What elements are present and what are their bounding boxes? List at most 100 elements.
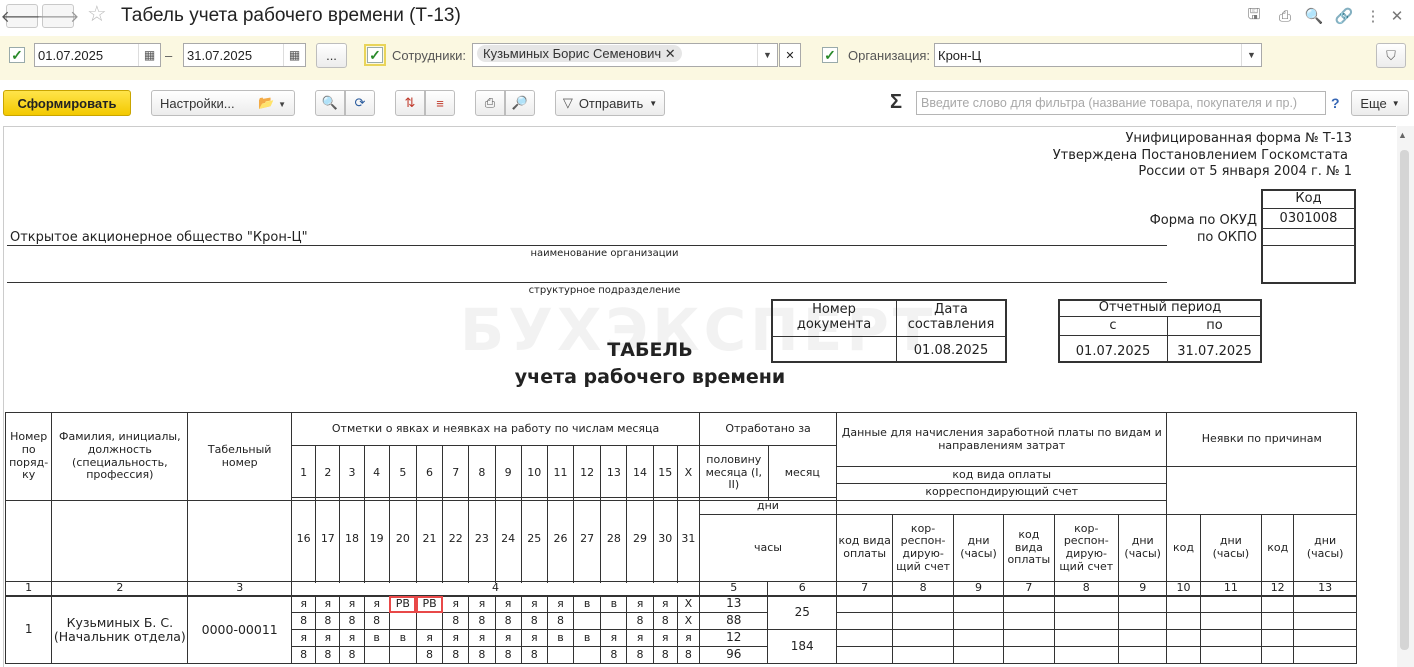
header-worked: Отработано за [699,412,838,446]
header-marks: Отметки о явках и неявках на работу по ч… [291,412,701,446]
absence-cell [1261,646,1295,665]
chevron-down-icon: ▼ [1391,98,1400,108]
find-button[interactable]: 🔍 [315,90,345,116]
header-code: код [1166,514,1201,582]
mark-cell: я [626,629,654,648]
link-icon[interactable]: 🔗 [1333,5,1355,27]
month-days: 25 [767,595,837,631]
print-button[interactable]: ⎙ [475,90,505,116]
hours-cell [363,646,390,665]
chevron-down-icon[interactable]: ▼ [757,44,777,66]
header-corr-account: кор-респон-дирую-щий счет [1053,514,1120,582]
more-button[interactable]: Еще ▼ [1351,90,1409,116]
pay-cell [892,646,954,665]
filter-button[interactable]: ⛉ [1376,43,1406,68]
pay-cell [892,595,954,614]
report-title: ТАБЕЛЬ [607,339,693,361]
search-input[interactable]: Введите слово для фильтра (название това… [916,91,1326,115]
doc-date-label: Дата составления [907,302,995,332]
employees-checkbox[interactable]: ✓ [364,44,386,66]
settings-label: Настройки... [160,95,235,111]
absence-cell [1166,629,1201,648]
funnel-icon: ⛉ [1386,47,1396,63]
pay-cell [1053,646,1120,665]
mark-cell: я [546,595,575,614]
period-checkbox[interactable]: ✓ [9,47,25,63]
header-spacer [835,497,1168,515]
pay-cell [952,629,1005,648]
close-icon[interactable]: ✕ [1386,5,1408,27]
mark-cell: в [388,629,417,648]
report-subtitle: учета рабочего времени [514,366,786,388]
date-separator: – [165,48,173,63]
employees-field[interactable]: Кузьминых Борис Семенович ✕ ▼ [472,43,778,67]
pay-cell [1053,629,1120,648]
remove-tag-icon[interactable]: ✕ [665,46,676,61]
absence-cell [1293,612,1357,631]
send-button[interactable]: ▽ Отправить ▼ [555,90,665,116]
preview-icon[interactable]: 🔍 [1303,5,1325,27]
period-select-button[interactable]: ... [316,43,347,68]
header-code: код [1261,514,1295,582]
pay-cell [1053,595,1120,614]
calendar-icon[interactable]: ▦ [283,44,305,66]
day-cell: 19 [363,497,390,582]
organization-field[interactable]: Крон-Ц ▼ [934,43,1262,67]
timesheet-table: Номер по поряд-ку Фамилия, инициалы, дол… [4,412,1357,501]
mark-cell: я [676,629,700,648]
date-from-field[interactable]: 01.07.2025 ▦ [34,43,161,67]
org-underline [7,245,1167,246]
day-cell: 27 [573,497,602,582]
collapse-groups-button[interactable]: ≡ [425,90,455,116]
hours-cell: 8 [626,646,654,665]
print-preview-button[interactable]: 🔎 [505,90,535,116]
col-number: 8 [1053,580,1120,597]
hours-cell [573,612,602,631]
mark-cell: я [600,629,628,648]
hours-cell: 8 [626,612,654,631]
col-number: 8 [892,580,954,597]
header-spacer [51,497,189,582]
hours-cell [388,612,417,631]
chevron-down-icon[interactable]: ▼ [1241,44,1261,66]
mark-cell: X [676,595,700,614]
generate-button[interactable]: Сформировать [3,90,131,116]
day-cell: 2 [315,445,341,501]
mark-cell: я [652,595,678,614]
document-divider [772,336,1006,337]
save-icon[interactable]: 🖫 [1243,5,1265,27]
period-label: Отчетный период [1098,299,1222,315]
organization-label: Организация: [848,48,931,63]
expand-groups-button[interactable]: ⇅ [395,90,425,116]
day-cell: 31 [676,497,700,582]
row-number: 1 [4,595,53,665]
pay-cell [1003,595,1055,614]
scroll-thumb[interactable] [1400,150,1409,650]
clear-employees-button[interactable]: ✕ [779,43,801,67]
day-cell: 9 [494,445,522,501]
header-pay-data: Данные для начисления заработной платы п… [836,412,1168,467]
absence-cell [1199,612,1263,631]
hours-cell: 8 [546,612,575,631]
hours-cell: X [676,612,700,631]
day-cell: 23 [468,497,496,582]
print-icon[interactable]: ⎙ [1274,5,1296,27]
find-next-button[interactable]: ⟳ [345,90,375,116]
settings-button[interactable]: Настройки... 📂 ▼ [151,90,295,116]
pay-cell [1003,646,1055,665]
back-button[interactable]: 🡐 [1,4,43,28]
mark-cell: я [363,595,390,614]
absence-cell [1261,595,1295,614]
menu-icon[interactable]: ⋮ [1362,5,1384,27]
forward-button[interactable]: 🡒 [37,4,79,28]
calendar-icon[interactable]: ▦ [138,44,160,66]
organization-checkbox[interactable]: ✓ [822,47,838,63]
sum-icon[interactable]: Σ [890,91,902,114]
day-cell: 17 [315,497,341,582]
help-icon[interactable]: ? [1331,95,1340,111]
pay-cell [835,646,894,665]
scroll-up-icon[interactable]: ▲ [1398,130,1407,140]
search-next-icon: ⟳ [354,95,366,110]
date-to-field[interactable]: 31.07.2025 ▦ [183,43,306,67]
star-icon[interactable]: ☆ [87,1,107,27]
